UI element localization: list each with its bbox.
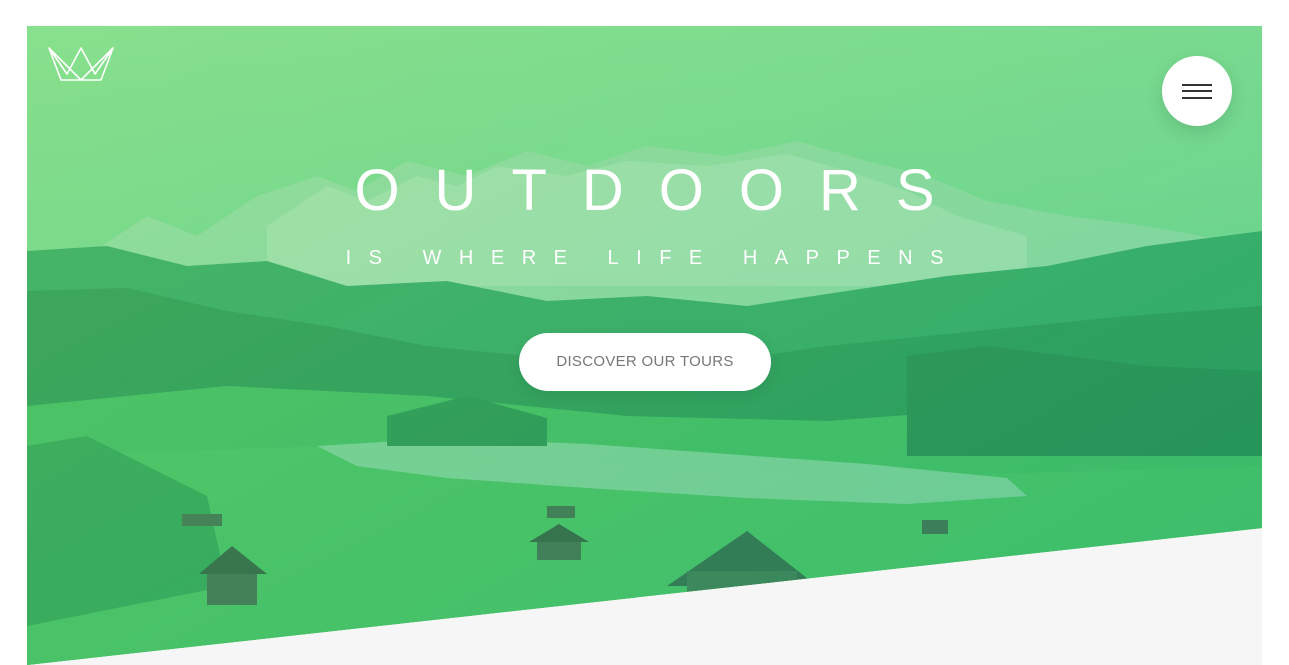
hero-header: OUTDOORS IS WHERE LIFE HAPPENS DISCOVER … xyxy=(27,26,1262,665)
hamburger-menu-icon xyxy=(1182,84,1212,86)
crown-logo-icon[interactable] xyxy=(47,46,115,82)
hamburger-menu-icon-line xyxy=(1182,90,1212,92)
hero-title: OUTDOORS xyxy=(354,158,970,223)
discover-tours-button[interactable]: DISCOVER OUR TOURS xyxy=(519,333,771,391)
page: OUTDOORS IS WHERE LIFE HAPPENS DISCOVER … xyxy=(27,26,1262,665)
hero-subtitle: IS WHERE LIFE HAPPENS xyxy=(345,247,961,269)
hamburger-menu-button[interactable] xyxy=(1162,56,1232,126)
hamburger-menu-icon-line xyxy=(1182,97,1212,99)
